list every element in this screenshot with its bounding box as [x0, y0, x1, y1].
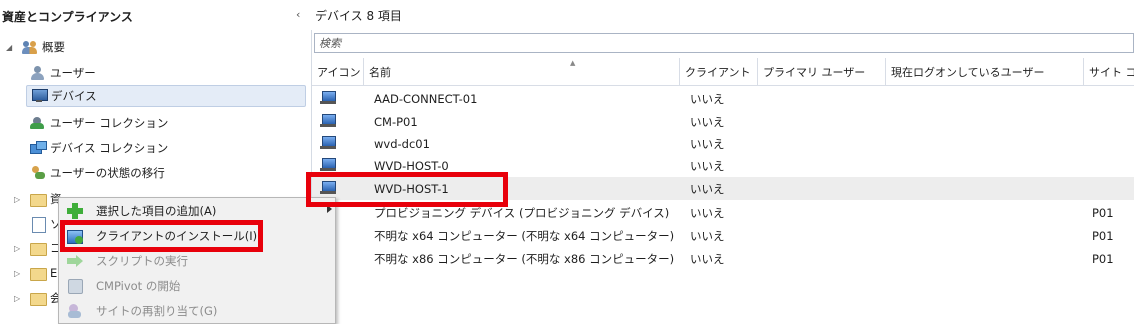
grid-header: アイコン ▲ 名前 クライアント プライマリ ユーザー 現在ログオンしているユー…	[312, 58, 1134, 86]
tree-item-overview[interactable]: ◢ 概要	[4, 36, 65, 58]
document-icon	[30, 217, 46, 233]
cell-name: 不明な x64 コンピューター (不明な x64 コンピューター)	[374, 228, 675, 243]
collapse-pane-button[interactable]: ‹	[296, 8, 300, 21]
cell-client: いいえ	[690, 251, 725, 266]
content-header: デバイス 8 項目	[312, 0, 1134, 30]
column-header-name[interactable]: ▲ 名前	[364, 58, 680, 86]
cell-client: いいえ	[690, 181, 725, 196]
user-collection-icon	[30, 116, 46, 130]
column-header-site-code[interactable]: サイト コ	[1084, 58, 1134, 86]
tree-item-label: ユーザー	[50, 66, 96, 80]
folder-icon	[30, 266, 47, 281]
expand-arrow-icon[interactable]: ◢	[6, 43, 12, 52]
column-header-primary-user[interactable]: プライマリ ユーザー	[758, 58, 886, 86]
cell-client: いいえ	[690, 136, 725, 151]
cell-client: いいえ	[690, 205, 725, 220]
tree-item-label: 概要	[42, 40, 65, 54]
device-icon	[320, 158, 336, 172]
tree-item-label: E	[50, 266, 58, 280]
run-script-icon	[67, 253, 83, 269]
cell-site: P01	[1092, 205, 1114, 220]
sort-ascending-icon: ▲	[570, 59, 576, 67]
device-icon	[320, 136, 336, 150]
menu-item-label: スクリプトの実行	[96, 253, 188, 268]
menu-item-label: 選択した項目の追加(A)	[96, 203, 217, 218]
expand-arrow-icon[interactable]: ▷	[14, 294, 20, 303]
search-input[interactable]	[315, 34, 1133, 52]
table-row[interactable]: 不明な x86 コンピューター (不明な x86 コンピューター) いいえ P0…	[312, 247, 1134, 270]
folder-icon	[30, 241, 47, 256]
column-header-client[interactable]: クライアント	[680, 58, 758, 86]
nav-title: 資産とコンプライアンス	[2, 10, 133, 24]
folder-icon	[30, 291, 47, 306]
cell-client: いいえ	[690, 114, 725, 129]
table-row[interactable]: AAD-CONNECT-01 いいえ	[312, 87, 1134, 110]
cell-name: CM-P01	[374, 114, 418, 129]
device-collection-icon	[30, 141, 47, 155]
cmpivot-icon	[67, 278, 83, 294]
cell-site: P01	[1092, 228, 1114, 243]
menu-item-label: サイトの再割り当て(G)	[96, 303, 218, 318]
tree-item-folder[interactable]: ▷ コ	[14, 237, 62, 259]
column-header-icon[interactable]: アイコン	[312, 58, 364, 86]
tree-item-devices[interactable]: デバイス	[26, 85, 306, 107]
tree-item-user-collections[interactable]: ユーザー コレクション	[30, 112, 168, 134]
reassign-site-icon	[67, 303, 83, 319]
content-pane: デバイス 8 項目 アイコン ▲ 名前 クライアント プライマリ ユーザー 現在…	[312, 0, 1134, 324]
user-icon	[30, 66, 46, 80]
tree-item-document[interactable]: ソ	[30, 213, 62, 235]
user-state-migration-icon	[30, 166, 46, 180]
expand-arrow-icon[interactable]: ▷	[14, 244, 20, 253]
cell-client: いいえ	[690, 91, 725, 106]
tree-item-label: ユーザー コレクション	[50, 116, 169, 130]
cell-client: いいえ	[690, 158, 725, 173]
tree-item-folder[interactable]: ▷ E	[14, 262, 57, 284]
tree-item-device-collections[interactable]: デバイス コレクション	[30, 137, 168, 159]
device-icon	[31, 89, 48, 103]
nav-header: 資産とコンプライアンス ‹	[0, 0, 312, 30]
highlight-box-install-client	[60, 220, 263, 252]
menu-item-reassign-site[interactable]: サイトの再割り当て(G)	[59, 298, 335, 323]
cell-name: wvd-dc01	[374, 136, 430, 151]
tree-item-users[interactable]: ユーザー	[30, 62, 96, 84]
table-row[interactable]: wvd-dc01 いいえ	[312, 132, 1134, 155]
content-title: デバイス 8 項目	[315, 9, 402, 23]
add-icon	[67, 203, 83, 219]
folder-icon	[30, 192, 47, 207]
table-row[interactable]: 不明な x64 コンピューター (不明な x64 コンピューター) いいえ P0…	[312, 224, 1134, 247]
expand-arrow-icon[interactable]: ▷	[14, 269, 20, 278]
tree-item-folder[interactable]: ▷ 資	[14, 188, 62, 210]
cell-client: いいえ	[690, 228, 725, 243]
cell-site: P01	[1092, 251, 1114, 266]
table-row[interactable]: CM-P01 いいえ	[312, 110, 1134, 133]
tree-item-label: ユーザーの状態の移行	[50, 166, 165, 180]
tree-item-user-state-migration[interactable]: ユーザーの状態の移行	[30, 162, 165, 184]
device-icon	[320, 91, 336, 105]
tree-item-label: デバイス コレクション	[50, 141, 169, 155]
tree-item-label: デバイス	[51, 89, 97, 103]
context-menu: 選択した項目の追加(A) クライアントのインストール(I) スクリプトの実行 C…	[58, 197, 336, 324]
expand-arrow-icon[interactable]: ▷	[14, 195, 20, 204]
column-header-label: 名前	[369, 66, 391, 79]
tree-item-folder[interactable]: ▷ 会	[14, 287, 62, 309]
search-box[interactable]	[314, 33, 1134, 53]
device-icon	[320, 114, 336, 128]
cell-name: 不明な x86 コンピューター (不明な x86 コンピューター)	[374, 251, 675, 266]
overview-icon	[22, 40, 38, 54]
column-header-logged-on-user[interactable]: 現在ログオンしているユーザー	[886, 58, 1084, 86]
highlight-box-wvd-host-1	[306, 172, 508, 207]
cell-name: AAD-CONNECT-01	[374, 91, 478, 106]
menu-item-label: CMPivot の開始	[96, 278, 181, 293]
menu-item-start-cmpivot[interactable]: CMPivot の開始	[59, 273, 335, 298]
